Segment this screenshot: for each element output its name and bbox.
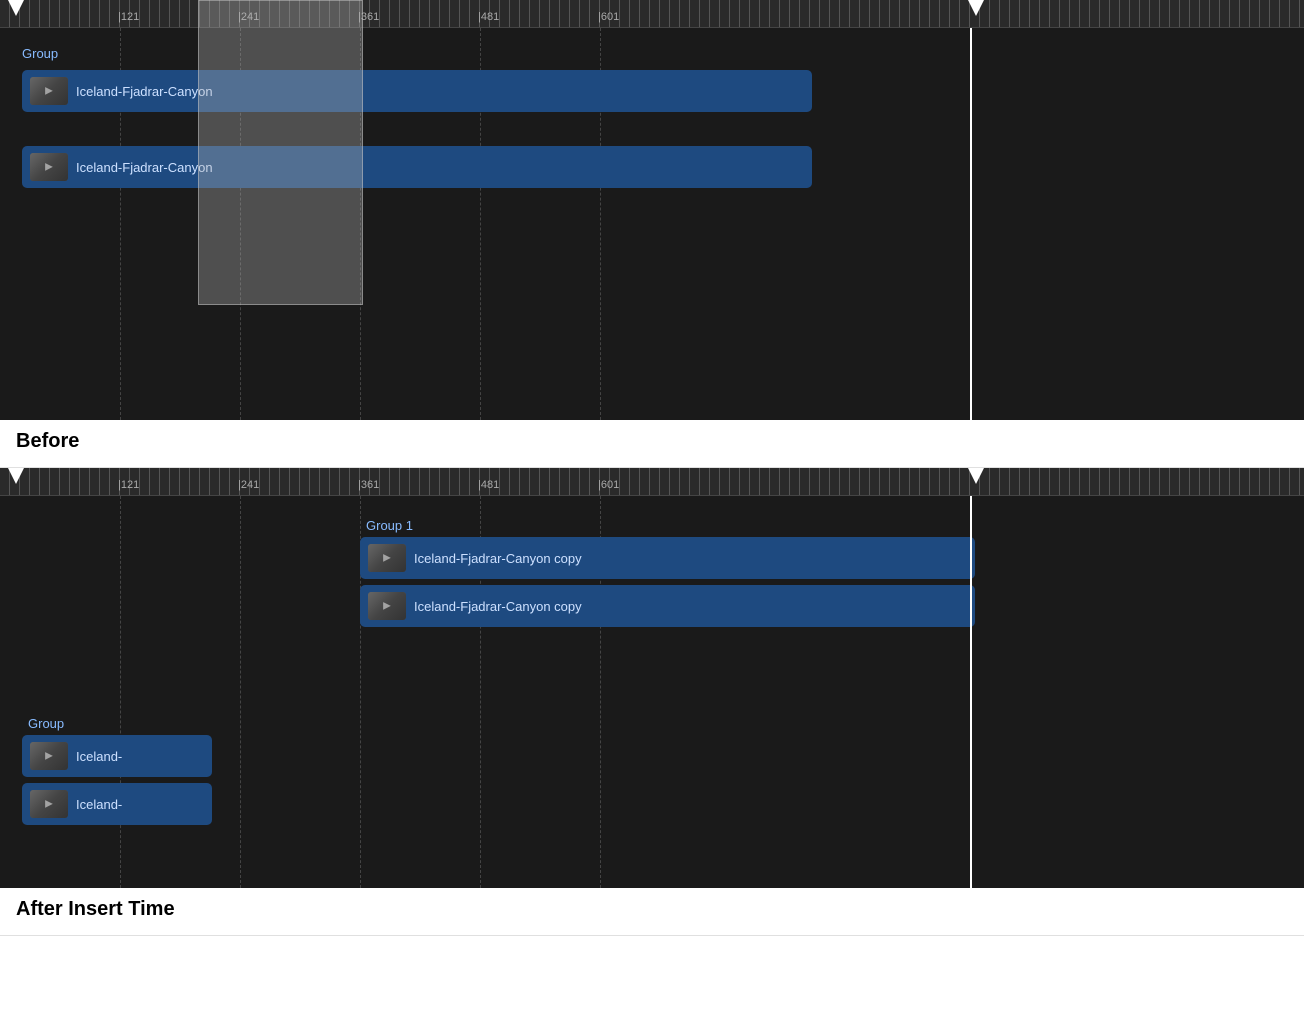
dashed-line-b1 xyxy=(120,496,121,888)
after-section-label: After Insert Time xyxy=(0,888,1304,936)
clip-name-1-top: Iceland-Fjadrar-Canyon xyxy=(76,84,213,99)
ruler-mark-121-b: |121 xyxy=(118,479,139,491)
track-area-bottom: Group 1 Iceland-Fjadrar-Canyon copy Icel… xyxy=(0,496,1304,888)
group2-clip1-name: Iceland- xyxy=(76,749,122,764)
group-label-top: Group xyxy=(22,46,58,61)
group2-header-bottom: Group xyxy=(22,714,212,733)
group2-clip1-bottom[interactable]: Iceland- xyxy=(22,735,212,777)
ruler-mark-481: |481 xyxy=(478,11,499,23)
playhead-bottom-left[interactable] xyxy=(8,468,24,484)
ruler-top: |121 |241 |361 |481 |601 xyxy=(0,0,1304,28)
ruler-mark-121: |121 xyxy=(118,11,139,23)
ruler-mark-241-b: |241 xyxy=(238,479,259,491)
playhead-top[interactable] xyxy=(8,0,24,16)
group1-clip1-name: Iceland-Fjadrar-Canyon copy xyxy=(414,551,582,566)
group2-clip1-thumb xyxy=(30,742,68,770)
clip-row-1-top[interactable]: Iceland-Fjadrar-Canyon xyxy=(22,70,812,112)
group2-bottom: Group Iceland- Iceland- xyxy=(22,714,212,825)
group1-clip1-bottom[interactable]: Iceland-Fjadrar-Canyon copy xyxy=(360,537,975,579)
clip-thumbnail-2-top xyxy=(30,153,68,181)
group2-clip2-name: Iceland- xyxy=(76,797,122,812)
group2-clip2-bottom[interactable]: Iceland- xyxy=(22,783,212,825)
playhead-marker-bottom[interactable] xyxy=(968,468,984,484)
ruler-mark-601-top: |601 xyxy=(598,11,619,23)
ruler-mark-481-b: |481 xyxy=(478,479,499,491)
before-section-label: Before xyxy=(0,420,1304,468)
playhead-line-bottom xyxy=(970,496,972,888)
ruler-mark-601-b: |601 xyxy=(598,479,619,491)
playhead-marker-top[interactable] xyxy=(968,0,984,16)
bottom-timeline: |121 |241 |361 |481 |601 Group 1 Iceland xyxy=(0,468,1304,888)
clip-name-2-top: Iceland-Fjadrar-Canyon xyxy=(76,160,213,175)
group1-clip2-bottom[interactable]: Iceland-Fjadrar-Canyon copy xyxy=(360,585,975,627)
top-timeline: |121 |241 |361 |481 |601 Group Iceland-F… xyxy=(0,0,1304,420)
selection-overlay-top xyxy=(198,0,363,305)
ruler-mark-361-b: |361 xyxy=(358,479,379,491)
group1-clip2-thumb xyxy=(368,592,406,620)
dashed-line-b2 xyxy=(240,496,241,888)
clip-thumbnail-1-top xyxy=(30,77,68,105)
group1-clip1-thumb xyxy=(368,544,406,572)
playhead-line-top xyxy=(970,28,972,420)
group1-header-bottom: Group 1 xyxy=(360,516,975,535)
group1-clip2-name: Iceland-Fjadrar-Canyon copy xyxy=(414,599,582,614)
group2-clip2-thumb xyxy=(30,790,68,818)
group1-bottom: Group 1 Iceland-Fjadrar-Canyon copy Icel… xyxy=(360,516,975,627)
track-area-top: Group Iceland-Fjadrar-Canyon Iceland-Fja… xyxy=(0,28,1304,420)
ruler-bottom: |121 |241 |361 |481 |601 xyxy=(0,468,1304,496)
clip-row-2-top[interactable]: Iceland-Fjadrar-Canyon xyxy=(22,146,812,188)
